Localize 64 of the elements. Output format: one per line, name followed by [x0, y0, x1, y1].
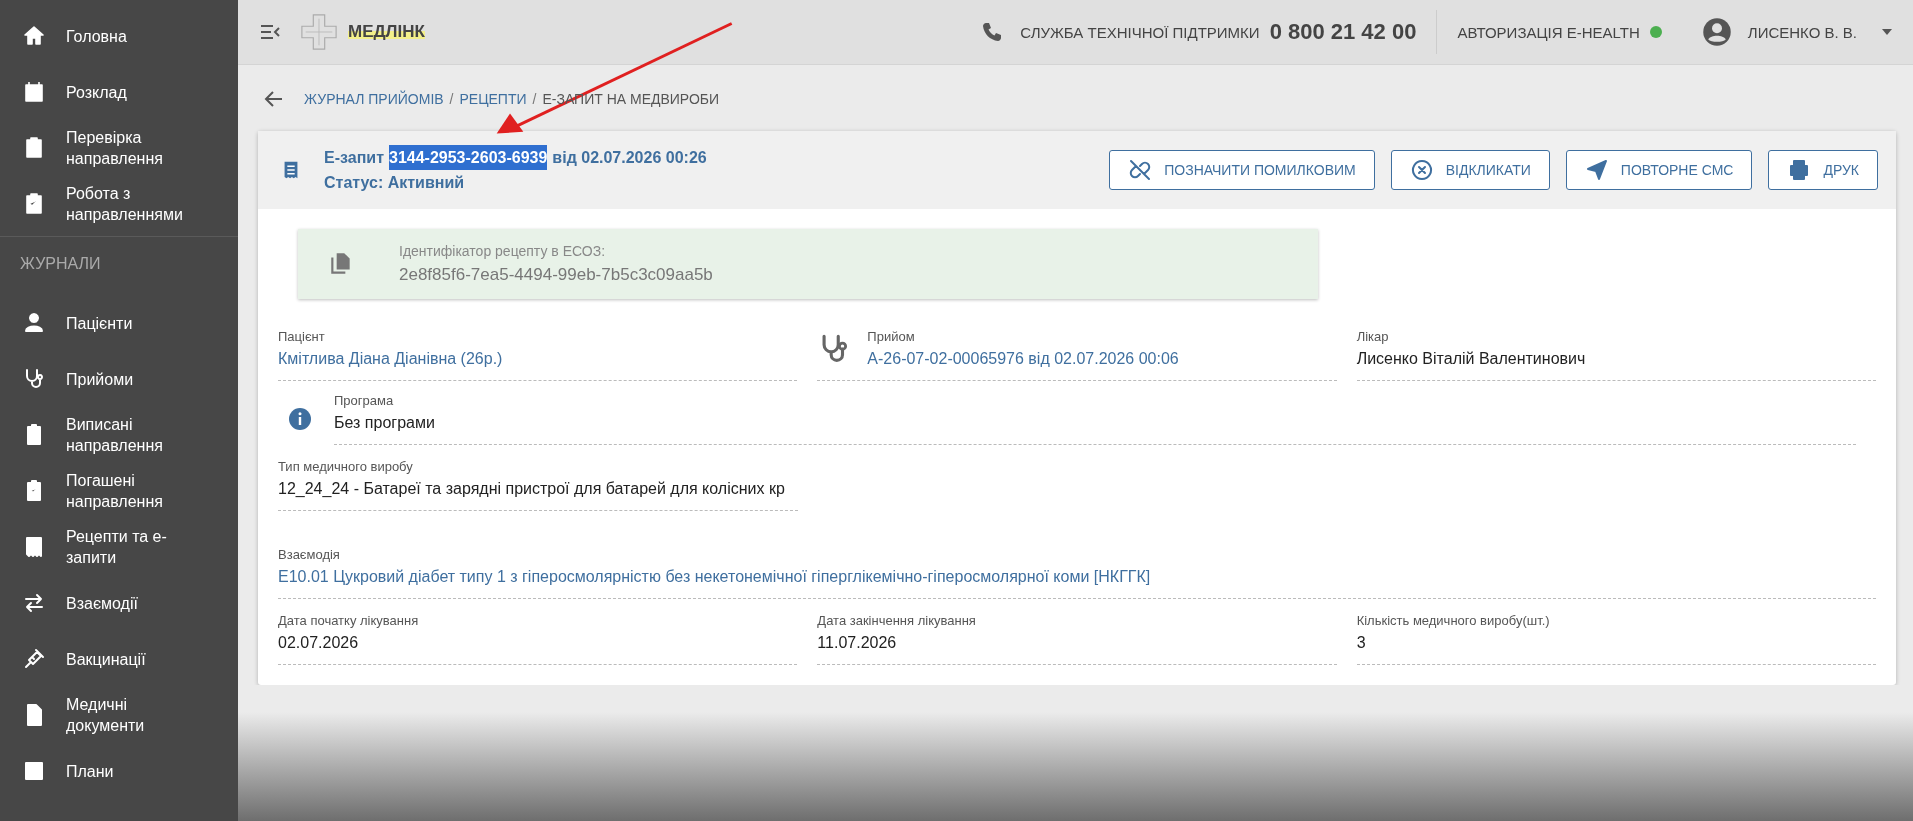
- field-label: Тип медичного виробу: [278, 459, 414, 474]
- request-status: Статус: Активний: [324, 173, 466, 193]
- field-label: Кількість медичного виробу(шт.): [1356, 613, 1551, 628]
- field-value: 3: [1356, 634, 1367, 652]
- menu-item-icon: [22, 647, 46, 671]
- auth-label: АВТОРИЗАЦІЯ E-HEALTH: [1457, 23, 1640, 41]
- action-button[interactable]: ВІДКЛИКАТИ: [1390, 150, 1550, 190]
- sidebar-item[interactable]: Медичні документи: [0, 687, 238, 743]
- user-avatar-icon[interactable]: [1701, 17, 1732, 47]
- field-value[interactable]: E10.01 Цукровий діабет типу 1 з гіперосмолярністю без некетонемічної гіперглікемічно-гіперосмолярної коми [НКГГК]: [278, 568, 1876, 586]
- info-icon: [288, 407, 312, 431]
- breadcrumb-separator: /: [449, 91, 454, 107]
- sidebar-item[interactable]: Розклад: [0, 64, 238, 120]
- breadcrumb-separator: /: [532, 91, 537, 107]
- breadcrumb-link[interactable]: РЕЦЕПТИ: [459, 91, 527, 107]
- field-label: Взаємодія: [278, 547, 341, 562]
- sidebar-item[interactable]: Перевірка направлення: [0, 120, 238, 176]
- sidebar-item[interactable]: Рецепти та е-запити: [0, 519, 238, 575]
- field-label: Пацієнт: [278, 329, 326, 344]
- ehealth-id-value: 2e8f85f6-7ea5-4494-99eb-7b5c3c09aa5b: [399, 265, 713, 285]
- logo-text: МЕДЛІНК: [348, 22, 425, 42]
- sidebar-section-title: ЖУРНАЛИ: [19, 254, 102, 274]
- ehealth-id-label: Ідентифікатор рецепту в ЕСОЗ:: [399, 243, 607, 259]
- logo-cross-icon: [300, 13, 338, 51]
- field-value[interactable]: Кмітлива Діана Діанівна (26р.): [278, 350, 798, 368]
- menu-item-icon: [22, 24, 46, 48]
- sidebar-item[interactable]: Пацієнти: [0, 295, 238, 351]
- field-value: Без програми: [334, 414, 436, 432]
- request-title: Е-запит: [324, 148, 384, 168]
- field-label: Дата закінчення лікування: [817, 613, 977, 628]
- field-value[interactable]: А-26-07-02-00065976 від 02.07.2026 00:06: [867, 350, 1179, 368]
- user-name[interactable]: ЛИСЕНКО В. В.: [1747, 23, 1857, 41]
- action-button[interactable]: ДРУК: [1768, 150, 1878, 190]
- menu-item-icon: [22, 80, 46, 104]
- support-label: СЛУЖБА ТЕХНІЧНОЇ ПІДТРИМКИ: [1020, 23, 1260, 41]
- sidebar-item[interactable]: Вакцинації: [0, 631, 238, 687]
- sidebar-item[interactable]: Головна: [0, 8, 238, 64]
- breadcrumb-link[interactable]: ЖУРНАЛ ПРИЙОМІВ: [304, 91, 444, 107]
- action-button[interactable]: ПОВТОРНЕ СМС: [1565, 150, 1753, 190]
- request-date: від 02.07.2026 00:26: [552, 148, 707, 168]
- field-label: Лікар: [1356, 329, 1390, 344]
- caret-icon[interactable]: [1881, 28, 1893, 36]
- sidebar-item[interactable]: Плани: [0, 743, 238, 799]
- sidebar-item[interactable]: Робота з направленнями: [0, 176, 238, 232]
- field-value: 11.07.2026: [817, 634, 898, 652]
- field-value: 02.07.2026: [278, 634, 360, 652]
- field-label: Дата початку лікування: [278, 613, 420, 628]
- button-icon: [1584, 158, 1609, 182]
- menu-item-icon: [22, 759, 46, 783]
- request-number: 3144-2953-2603-6939: [389, 145, 548, 170]
- field-label: Програма: [334, 393, 395, 408]
- menu-item-icon: [22, 311, 46, 335]
- sidebar-item[interactable]: Взаємодії: [0, 575, 238, 631]
- button-icon: [1128, 158, 1153, 182]
- menu-item-icon: [22, 591, 46, 615]
- support-phone: 0 800 21 42 00: [1269, 19, 1417, 45]
- field-label: Прийом: [867, 329, 916, 344]
- button-icon: [1409, 158, 1434, 182]
- sidebar-item[interactable]: Погашені направлення: [0, 463, 238, 519]
- field-value: Лисенко Віталій Валентинович: [1356, 350, 1587, 368]
- field-value: 12_24_24 - Батареї та зарядні пристрої для батарей для колісних кр: [278, 480, 786, 498]
- sidebar-item[interactable]: Виписані направлення: [0, 407, 238, 463]
- action-button[interactable]: ПОЗНАЧИТИ ПОМИЛКОВИМ: [1109, 150, 1375, 190]
- sidebar-item[interactable]: Прийоми: [0, 351, 238, 407]
